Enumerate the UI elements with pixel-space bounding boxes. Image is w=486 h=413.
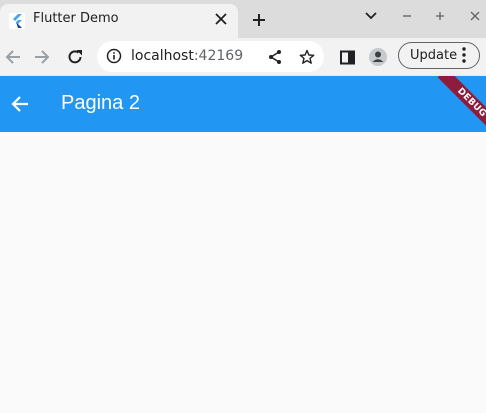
window-close-icon[interactable]	[465, 6, 485, 26]
maximize-icon[interactable]	[430, 6, 450, 26]
close-icon[interactable]	[210, 8, 232, 30]
update-button[interactable]: Update	[398, 42, 480, 69]
flutter-logo-icon	[9, 13, 25, 29]
back-arrow-icon[interactable]	[0, 44, 26, 70]
address-bar[interactable]: localhost:42169	[97, 41, 324, 72]
update-label: Update	[410, 48, 458, 63]
tab-title: Flutter Demo	[33, 11, 119, 26]
debug-label: DEBUG	[455, 85, 486, 120]
page-body	[0, 132, 486, 413]
browser-tab[interactable]: Flutter Demo	[0, 4, 238, 38]
url-text: localhost:42169	[131, 48, 243, 64]
side-panel-icon[interactable]	[334, 44, 360, 70]
minimize-icon[interactable]	[397, 6, 417, 26]
share-icon[interactable]	[265, 47, 285, 67]
url-host: localhost	[131, 48, 194, 64]
browser-toolbar: localhost:42169 Update	[0, 38, 486, 76]
kebab-menu-icon[interactable]	[461, 46, 467, 68]
app-bar: Pagina 2 DEBUG	[0, 76, 486, 132]
debug-banner: DEBUG	[437, 76, 486, 132]
tab-strip: Flutter Demo	[0, 0, 486, 38]
page-title: Pagina 2	[61, 92, 140, 114]
info-icon[interactable]	[106, 48, 122, 68]
plus-icon[interactable]	[247, 8, 271, 32]
star-icon[interactable]	[297, 47, 317, 67]
profile-icon[interactable]	[365, 44, 391, 70]
url-port: :42169	[193, 48, 244, 64]
back-arrow-icon[interactable]	[4, 88, 36, 120]
reload-icon[interactable]	[62, 44, 88, 70]
forward-arrow-icon[interactable]	[29, 44, 55, 70]
chevron-down-icon[interactable]	[361, 6, 381, 26]
